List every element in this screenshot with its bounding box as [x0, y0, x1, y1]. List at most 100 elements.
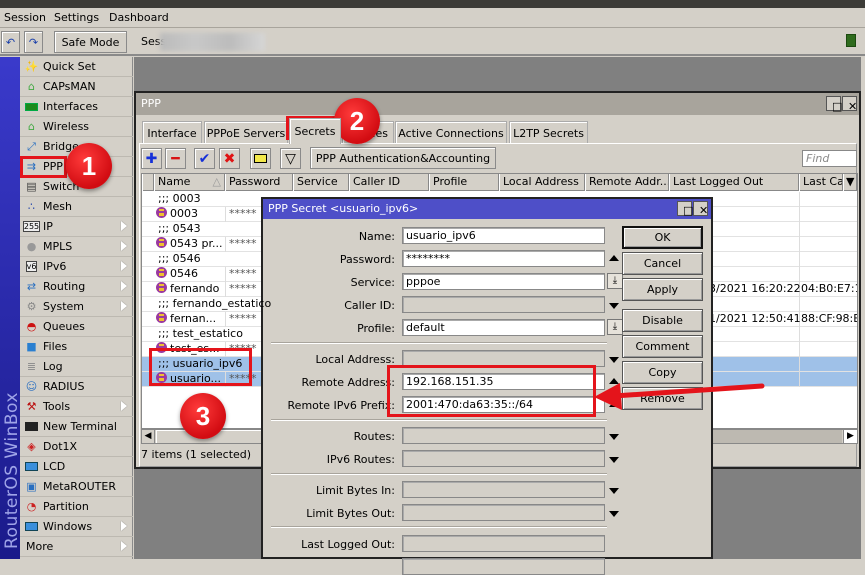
- sidebar-item-ipv6[interactable]: v6 IPv6: [20, 257, 133, 277]
- columns-menu-button[interactable]: ▼: [843, 174, 857, 191]
- sidebar-item-routing[interactable]: ⇄ Routing: [20, 277, 133, 297]
- add-button[interactable]: ✚: [141, 148, 162, 169]
- enable-button[interactable]: ✔: [194, 148, 215, 169]
- find-input[interactable]: Find: [802, 150, 857, 167]
- sidebar-item-more[interactable]: More: [20, 537, 133, 557]
- ipv6-routes-input[interactable]: [402, 450, 605, 467]
- sidebar-item-capsman[interactable]: ⌂ CAPsMAN: [20, 77, 133, 97]
- remote-ipv6-prefix-collapse-icon[interactable]: [609, 401, 619, 407]
- sidebar-item-mesh[interactable]: ∴ Mesh: [20, 197, 133, 217]
- sidebar-item-interfaces[interactable]: Interfaces: [20, 97, 133, 117]
- sidebar-item-ip[interactable]: 255 IP: [20, 217, 133, 237]
- col-service[interactable]: Service: [293, 174, 349, 191]
- col-caller-id[interactable]: Caller ID: [349, 174, 429, 191]
- remote-address-input[interactable]: 192.168.151.35: [402, 373, 605, 390]
- sidebar-item-radius[interactable]: ☺ RADIUS: [20, 377, 133, 397]
- cell-name: usuario...: [156, 372, 224, 387]
- redo-button[interactable]: ↷: [24, 31, 43, 53]
- sidebar-item-queues[interactable]: ◓ Queues: [20, 317, 133, 337]
- close-button[interactable]: ✕: [842, 96, 857, 112]
- submenu-arrow-icon: [121, 221, 127, 231]
- scroll-left-icon[interactable]: ◀: [142, 430, 155, 443]
- routes-expand-icon[interactable]: [609, 434, 619, 440]
- col-name[interactable]: Name △: [154, 174, 225, 191]
- col-last-call[interactable]: Last Call: [799, 174, 843, 191]
- caller-id-expand-icon[interactable]: [609, 303, 619, 309]
- check-icon: ✔: [198, 150, 211, 167]
- col-password[interactable]: Password: [225, 174, 293, 191]
- sidebar-item-system[interactable]: ⚙ System: [20, 297, 133, 317]
- cell-divider: [799, 372, 800, 387]
- remote-address-collapse-icon[interactable]: [609, 378, 619, 384]
- limit-bytes-in-expand-icon[interactable]: [609, 488, 619, 494]
- remote-ipv6-prefix-input[interactable]: 2001:470:da63:35::/64: [402, 396, 605, 413]
- ipv6-routes-expand-icon[interactable]: [609, 457, 619, 463]
- limit-bytes-out-input[interactable]: [402, 504, 605, 521]
- limit-bytes-out-expand-icon[interactable]: [609, 511, 619, 517]
- col-remote-address[interactable]: Remote Addr...: [585, 174, 669, 191]
- tab-active-connections[interactable]: Active Connections: [395, 121, 507, 144]
- sidebar-item-new-terminal[interactable]: New Terminal: [20, 417, 133, 437]
- scroll-track[interactable]: [697, 430, 842, 443]
- secret-dialog-titlebar[interactable]: PPP Secret <usuario_ipv6> □ ✕: [263, 199, 711, 219]
- sidebar-item-lcd[interactable]: LCD: [20, 457, 133, 477]
- ppp-window-titlebar[interactable]: PPP □ ✕: [136, 93, 859, 115]
- comment-button[interactable]: Comment: [622, 335, 703, 358]
- caller-id-input[interactable]: [402, 296, 605, 313]
- comment-button[interactable]: [250, 148, 271, 169]
- sidebar-item-partition[interactable]: ◔ Partition: [20, 497, 133, 517]
- sidebar-item-wireless[interactable]: ⌂ Wireless: [20, 117, 133, 137]
- scroll-right-icon[interactable]: ▶: [843, 430, 857, 443]
- menu-settings[interactable]: Settings: [54, 11, 99, 24]
- sidebar-item-quick-set[interactable]: ✨ Quick Set: [20, 57, 133, 77]
- cancel-button[interactable]: Cancel: [622, 252, 703, 275]
- col-profile[interactable]: Profile: [429, 174, 499, 191]
- local-address-expand-icon[interactable]: [609, 357, 619, 363]
- routes-input[interactable]: [402, 427, 605, 444]
- row-comment: ;;; fernando_estatico: [158, 297, 272, 310]
- profile-dropdown-button[interactable]: ⤓: [607, 319, 623, 335]
- limit-bytes-in-input[interactable]: [402, 481, 605, 498]
- menu-dashboard[interactable]: Dashboard: [109, 11, 169, 24]
- service-select[interactable]: pppoe: [402, 273, 605, 290]
- sidebar-item-files[interactable]: ■ Files: [20, 337, 133, 357]
- limit-bytes-in-label: Limit Bytes In:: [315, 484, 395, 497]
- apply-button[interactable]: Apply: [622, 278, 703, 301]
- remove-button[interactable]: ━: [165, 148, 186, 169]
- safe-mode-button[interactable]: Safe Mode: [54, 31, 127, 53]
- copy-button[interactable]: Copy: [622, 361, 703, 384]
- secret-maximize-button[interactable]: □: [677, 201, 693, 216]
- tab-l2tp-secrets[interactable]: L2TP Secrets: [509, 121, 588, 144]
- sidebar-item-metarouter[interactable]: ▣ MetaROUTER: [20, 477, 133, 497]
- sidebar-item-mpls[interactable]: ● MPLS: [20, 237, 133, 257]
- remove-button[interactable]: Remove: [622, 387, 703, 410]
- tab-pppoe-servers[interactable]: PPPoE Servers: [204, 121, 288, 144]
- secret-close-button[interactable]: ✕: [693, 201, 708, 216]
- tab-secrets[interactable]: Secrets: [289, 118, 341, 144]
- filter-button[interactable]: ▽: [280, 148, 301, 169]
- maximize-button[interactable]: □: [826, 96, 842, 112]
- cell-last-logged-out: 1/2021 12:50:41: [709, 312, 801, 325]
- password-collapse-icon[interactable]: [609, 255, 619, 261]
- undo-button[interactable]: ↶: [1, 31, 20, 53]
- ppp-auth-accounting-button[interactable]: PPP Authentication&Accounting: [310, 147, 496, 169]
- profile-select[interactable]: default: [402, 319, 605, 336]
- password-label: Password:: [339, 253, 395, 266]
- sidebar-item-tools[interactable]: ⚒ Tools: [20, 397, 133, 417]
- ok-button[interactable]: OK: [622, 226, 703, 249]
- disable-button[interactable]: ✖: [219, 148, 240, 169]
- cell-divider: [799, 267, 800, 282]
- sidebar-item-log[interactable]: ≣ Log: [20, 357, 133, 377]
- password-input[interactable]: ********: [402, 250, 605, 267]
- name-input[interactable]: usuario_ipv6: [402, 227, 605, 244]
- col-last-logged-out[interactable]: Last Logged Out: [669, 174, 799, 191]
- menu-session[interactable]: Session: [4, 11, 46, 24]
- disable-button[interactable]: Disable: [622, 309, 703, 332]
- profile-label: Profile:: [357, 322, 395, 335]
- sidebar-item-windows[interactable]: Windows: [20, 517, 133, 537]
- col-local-address[interactable]: Local Address: [499, 174, 585, 191]
- local-address-input[interactable]: [402, 350, 605, 367]
- service-dropdown-button[interactable]: ⤓: [607, 273, 623, 289]
- sidebar-item-dot1x[interactable]: ◈ Dot1X: [20, 437, 133, 457]
- tab-interface[interactable]: Interface: [142, 121, 202, 144]
